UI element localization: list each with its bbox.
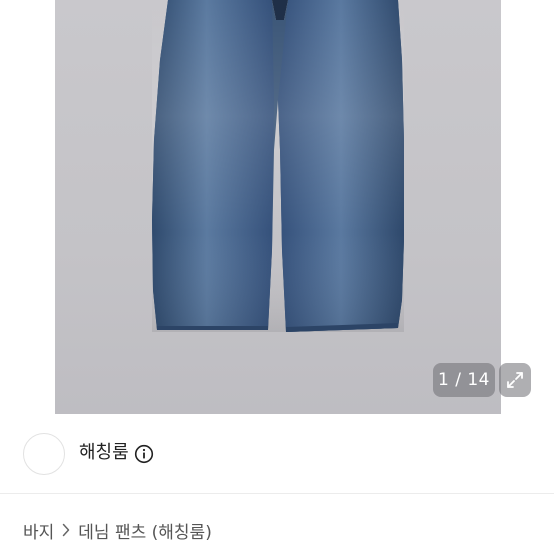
breadcrumb-category[interactable]: 바지 bbox=[23, 518, 54, 543]
category-breadcrumb: 바지 데님 팬츠 (해칭룸) bbox=[23, 518, 212, 543]
expand-image-button[interactable] bbox=[499, 363, 531, 397]
product-photo-jeans bbox=[152, 0, 404, 332]
seller-avatar[interactable] bbox=[23, 433, 65, 475]
image-page-counter: 1 / 14 bbox=[433, 363, 495, 397]
chevron-right-icon bbox=[63, 523, 70, 537]
info-circle-icon[interactable] bbox=[134, 444, 154, 464]
product-image-gallery[interactable]: 1 / 14 bbox=[0, 0, 554, 414]
expand-icon bbox=[507, 372, 523, 388]
seller-name[interactable]: 해칭룸 bbox=[79, 442, 129, 464]
seller-info-row[interactable]: 해칭룸 bbox=[0, 414, 554, 494]
breadcrumb-subcategory[interactable]: 데님 팬츠 (해칭룸) bbox=[78, 518, 212, 543]
